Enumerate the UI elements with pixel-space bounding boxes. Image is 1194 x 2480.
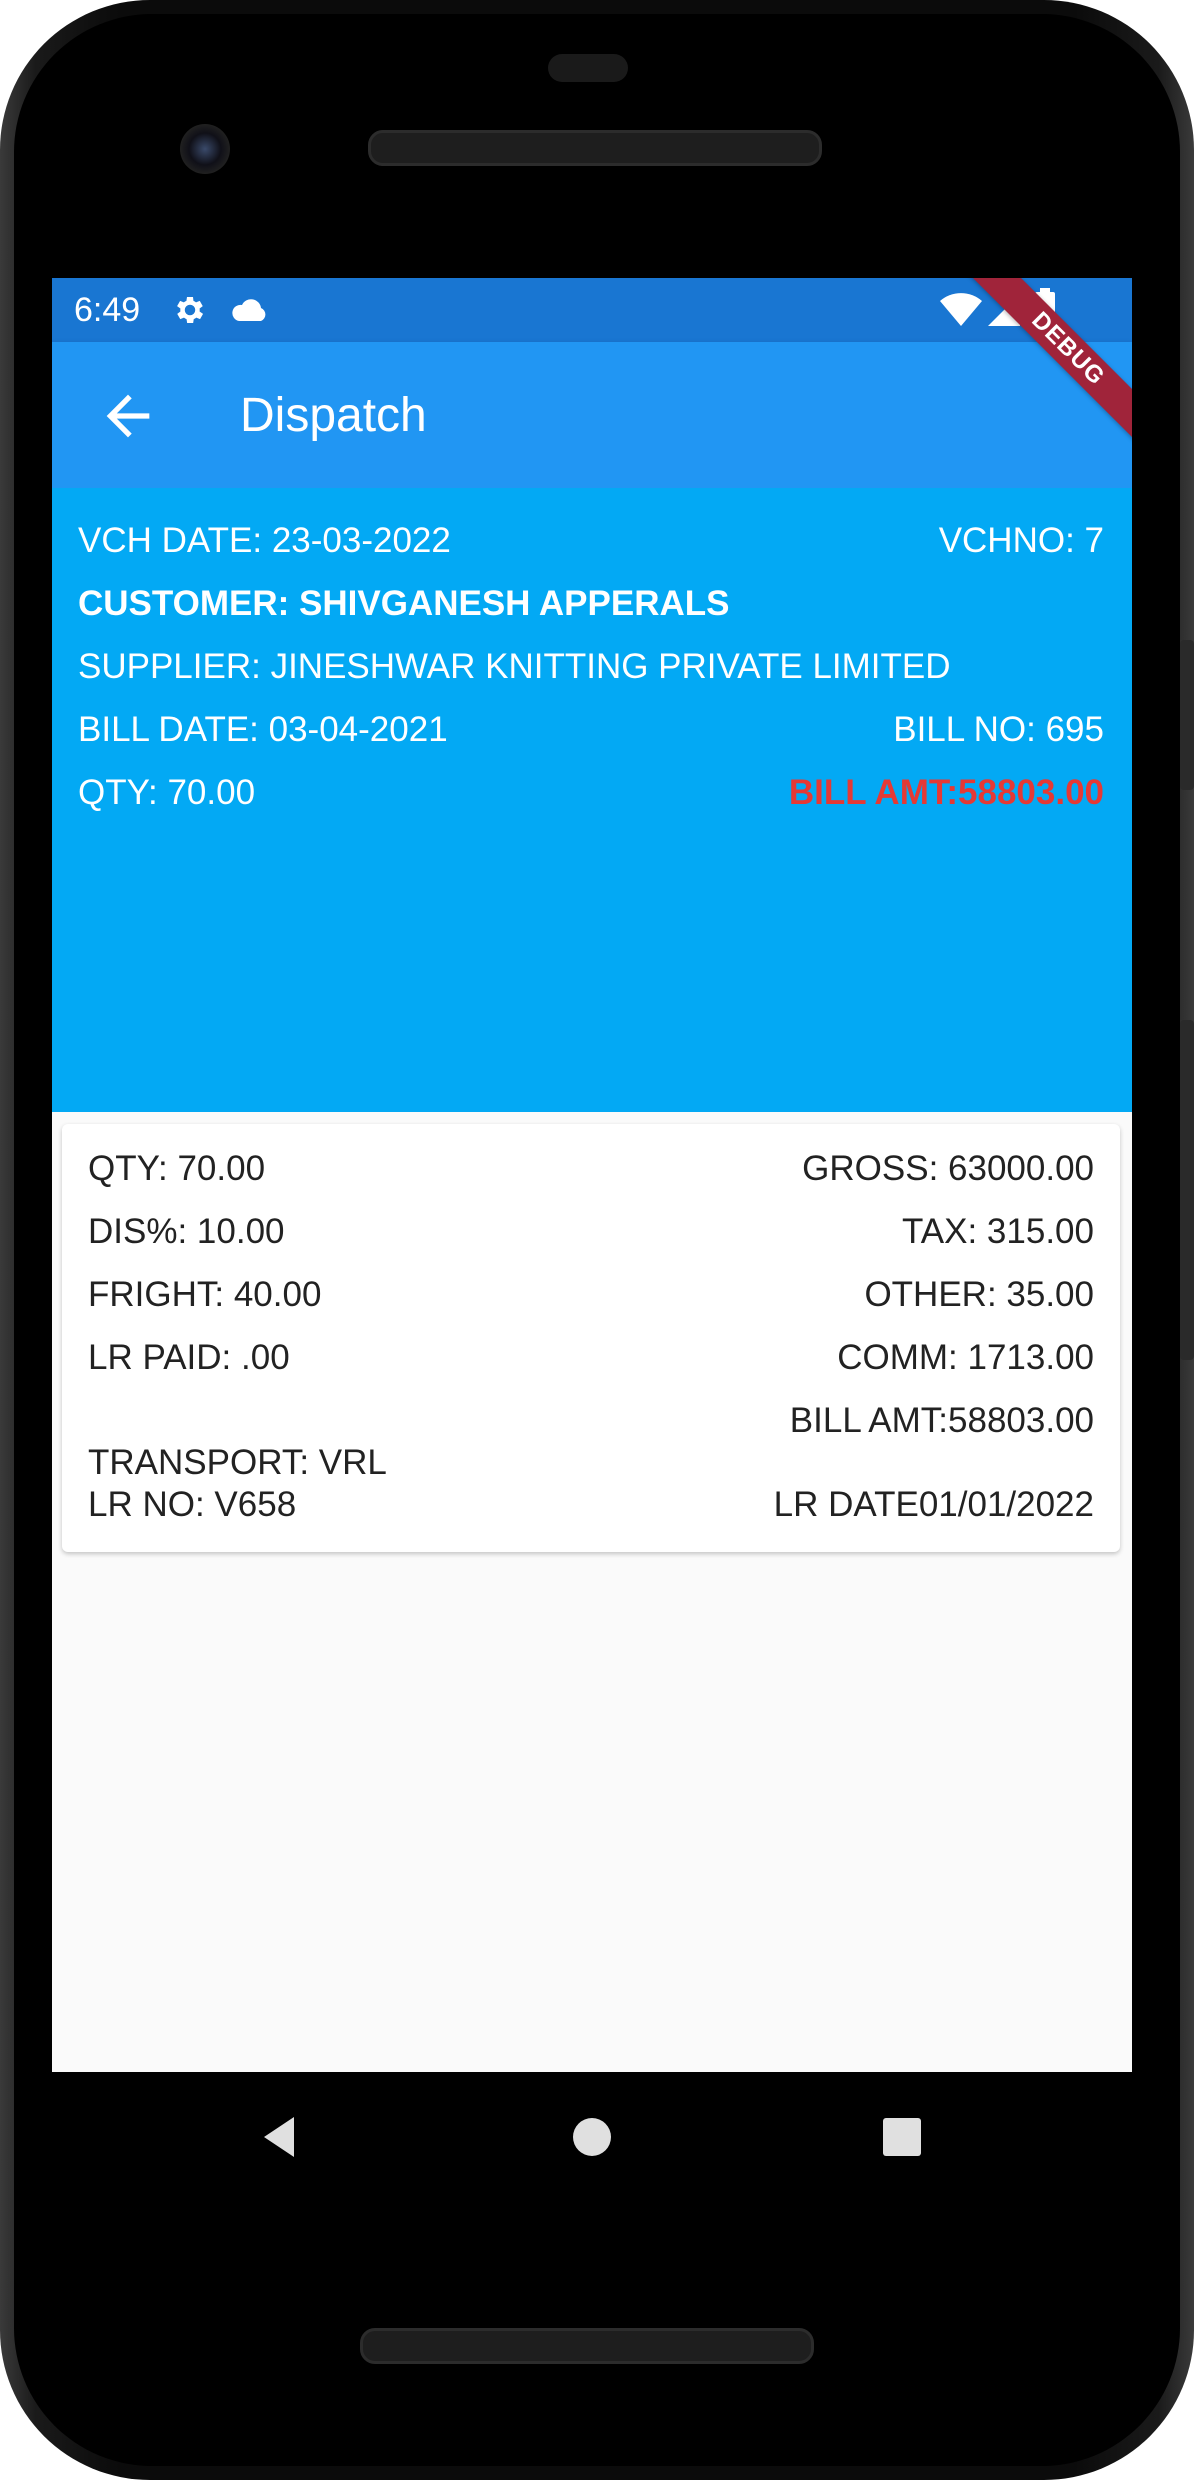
detail-row-lr-paid: LR PAID: .00 COMM: 1713.00 [88, 1333, 1094, 1383]
status-time: 6:49 [74, 291, 141, 329]
arrow-left-icon[interactable] [96, 384, 160, 448]
supplier-name: SUPPLIER: JINESHWAR KNITTING PRIVATE LIM… [78, 647, 951, 686]
detail-transport: TRANSPORT: VRL [88, 1443, 387, 1482]
header-row-qty: QTY: 70.00 BILL AMT:58803.00 [78, 768, 1104, 818]
top-speaker-grille [368, 130, 822, 166]
vch-date: VCH DATE: 23-03-2022 [78, 521, 451, 560]
bill-date: BILL DATE: 03-04-2021 [78, 710, 448, 749]
detail-commission: COMM: 1713.00 [837, 1338, 1094, 1377]
detail-row-qty: QTY: 70.00 GROSS: 63000.00 [88, 1144, 1094, 1194]
front-camera [180, 124, 230, 174]
power-button [1180, 640, 1194, 790]
header-row-customer: CUSTOMER: SHIVGANESH APPERALS [78, 579, 1104, 629]
detail-lr-date: LR DATE01/01/2022 [773, 1485, 1094, 1524]
detail-bill-amount: BILL AMT:58803.00 [789, 1401, 1094, 1440]
status-bar: 6:49 [52, 278, 1132, 342]
back-triangle-icon[interactable] [252, 2107, 312, 2167]
customer-name: CUSTOMER: SHIVGANESH APPERALS [78, 584, 730, 623]
detail-lr-paid: LR PAID: .00 [88, 1338, 290, 1377]
detail-lr-no: LR NO: V658 [88, 1485, 297, 1524]
detail-discount: DIS%: 10.00 [88, 1212, 285, 1251]
system-nav-bar [52, 2072, 1132, 2202]
header-qty: QTY: 70.00 [78, 773, 256, 812]
detail-freight: FRIGHT: 40.00 [88, 1275, 322, 1314]
app-screen: 6:49 Dispatch DEBUG VCH DATE: 23-03-2022… [52, 278, 1132, 2072]
app-bar: Dispatch [52, 342, 1132, 488]
volume-button [1180, 1020, 1194, 1360]
detail-qty: QTY: 70.00 [88, 1149, 266, 1188]
recents-square-icon[interactable] [872, 2107, 932, 2167]
wifi-icon [940, 293, 982, 326]
detail-row-discount: DIS%: 10.00 TAX: 315.00 [88, 1207, 1094, 1257]
dispatch-detail-card[interactable]: QTY: 70.00 GROSS: 63000.00 DIS%: 10.00 T… [62, 1124, 1120, 1552]
bottom-speaker-grille [360, 2328, 814, 2364]
gear-icon [177, 296, 204, 324]
header-row-supplier: SUPPLIER: JINESHWAR KNITTING PRIVATE LIM… [78, 642, 1104, 692]
detail-row-freight: FRIGHT: 40.00 OTHER: 35.00 [88, 1270, 1094, 1320]
voucher-header: VCH DATE: 23-03-2022 VCHNO: 7 CUSTOMER: … [52, 488, 1132, 1112]
header-row-voucher: VCH DATE: 23-03-2022 VCHNO: 7 [78, 516, 1104, 566]
earpiece [548, 54, 628, 82]
vch-no: VCHNO: 7 [938, 521, 1104, 560]
bill-no: BILL NO: 695 [893, 710, 1104, 749]
detail-gross: GROSS: 63000.00 [802, 1149, 1094, 1188]
home-circle-icon[interactable] [562, 2107, 622, 2167]
header-bill-amount: BILL AMT:58803.00 [788, 773, 1104, 812]
detail-row-lr: LR NO: V658 LR DATE01/01/2022 [88, 1480, 1094, 1530]
cloud-icon [232, 299, 266, 321]
header-row-bill: BILL DATE: 03-04-2021 BILL NO: 695 [78, 705, 1104, 755]
detail-tax: TAX: 315.00 [902, 1212, 1094, 1251]
detail-other: OTHER: 35.00 [864, 1275, 1094, 1314]
page-title: Dispatch [240, 389, 427, 442]
